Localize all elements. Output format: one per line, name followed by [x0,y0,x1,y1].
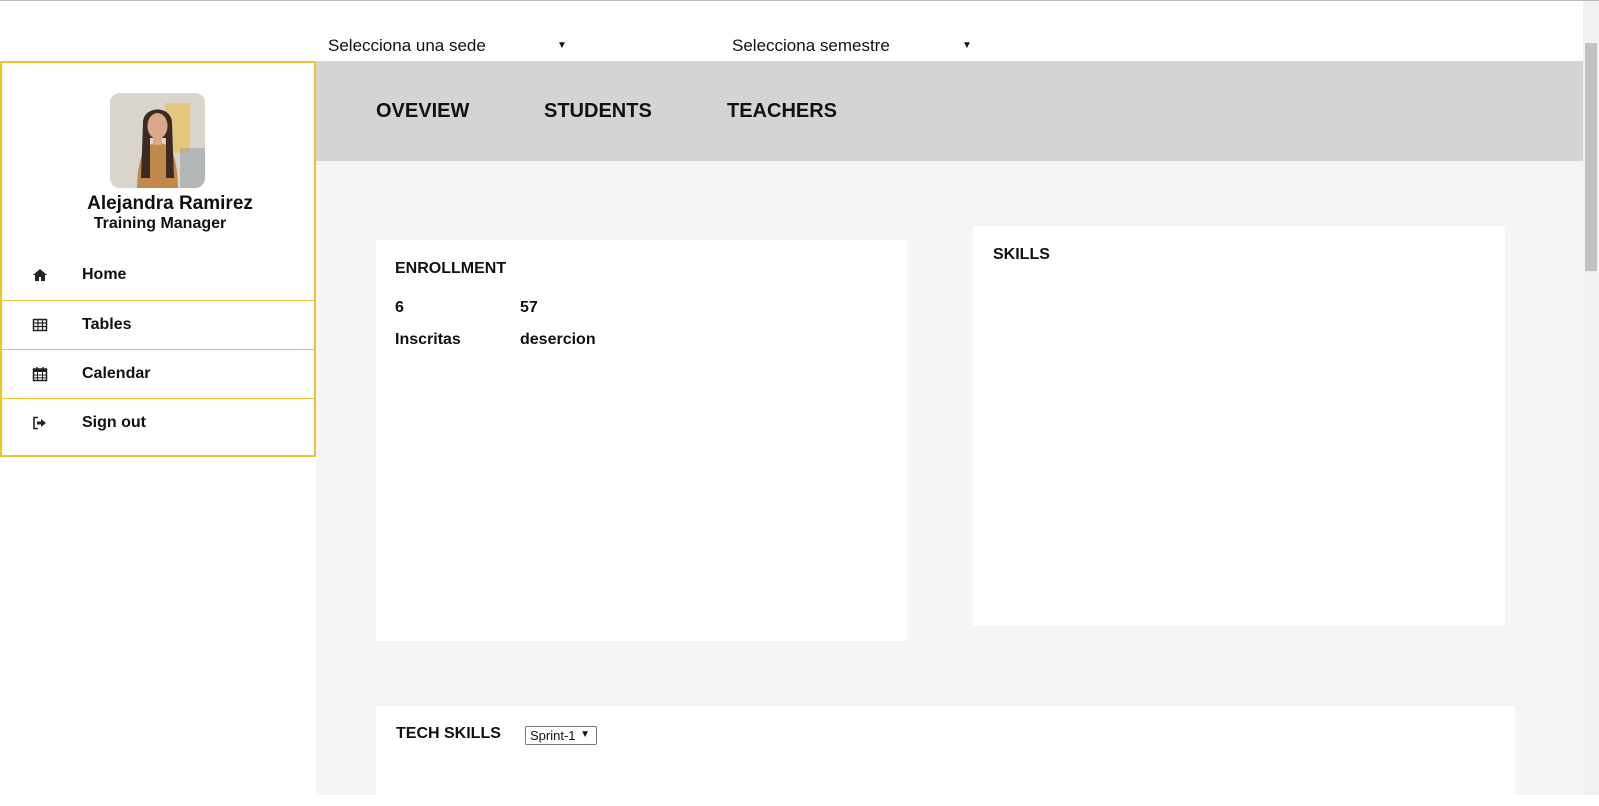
sprint-select[interactable]: Sprint-1 ▼ [525,726,597,745]
enrollment-card: ENROLLMENT 6 57 Inscritas desercion [376,240,907,641]
tech-skills-title: TECH SKILLS [396,725,501,742]
tabs-bar [316,61,1583,161]
enrollment-title: ENROLLMENT [395,260,507,277]
semestre-select-value: Selecciona semestre [732,36,890,55]
table-icon [32,317,48,333]
caret-down-icon: ▼ [962,40,972,51]
sidebar-item-home[interactable]: Home [2,251,314,300]
tab-teachers[interactable]: TEACHERS [727,100,837,123]
inscritas-value: 6 [395,299,404,316]
calendar-icon [32,366,48,382]
sidebar-item-label: Calendar [82,365,151,382]
home-icon [32,267,48,283]
sprint-select-value: Sprint-1 [530,728,576,743]
tab-students[interactable]: STUDENTS [544,100,652,123]
desercion-label: desercion [520,331,596,348]
inscritas-label: Inscritas [395,331,461,348]
caret-down-icon: ▼ [557,40,567,51]
sidebar-item-label: Home [82,266,127,283]
tab-overview[interactable]: OVEVIEW [376,100,469,123]
top-border [0,0,1599,1]
semestre-select[interactable]: Selecciona semestre ▼ [732,35,972,57]
sede-select-value: Selecciona una sede [328,36,486,55]
scrollbar-thumb[interactable] [1585,43,1597,271]
caret-down-icon: ▼ [580,729,590,740]
sidebar-item-sign-out[interactable]: Sign out [2,398,314,447]
sidebar-item-label: Sign out [82,414,146,431]
sidebar-item-calendar[interactable]: Calendar [2,349,314,398]
sidebar-item-tables[interactable]: Tables [2,300,314,349]
tech-skills-card: TECH SKILLS Sprint-1 ▼ [376,706,1515,806]
desercion-value: 57 [520,299,538,316]
profile-name: Alejandra Ramirez [87,193,253,214]
sidebar-item-label: Tables [82,316,132,333]
sidebar: Alejandra Ramirez Training Manager Home … [0,61,316,457]
skills-title: SKILLS [993,246,1050,263]
avatar [110,93,205,188]
profile-role: Training Manager [93,215,227,232]
skills-card: SKILLS [973,226,1505,626]
sign-out-icon [32,415,48,431]
sede-select[interactable]: Selecciona una sede ▼ [328,35,567,57]
